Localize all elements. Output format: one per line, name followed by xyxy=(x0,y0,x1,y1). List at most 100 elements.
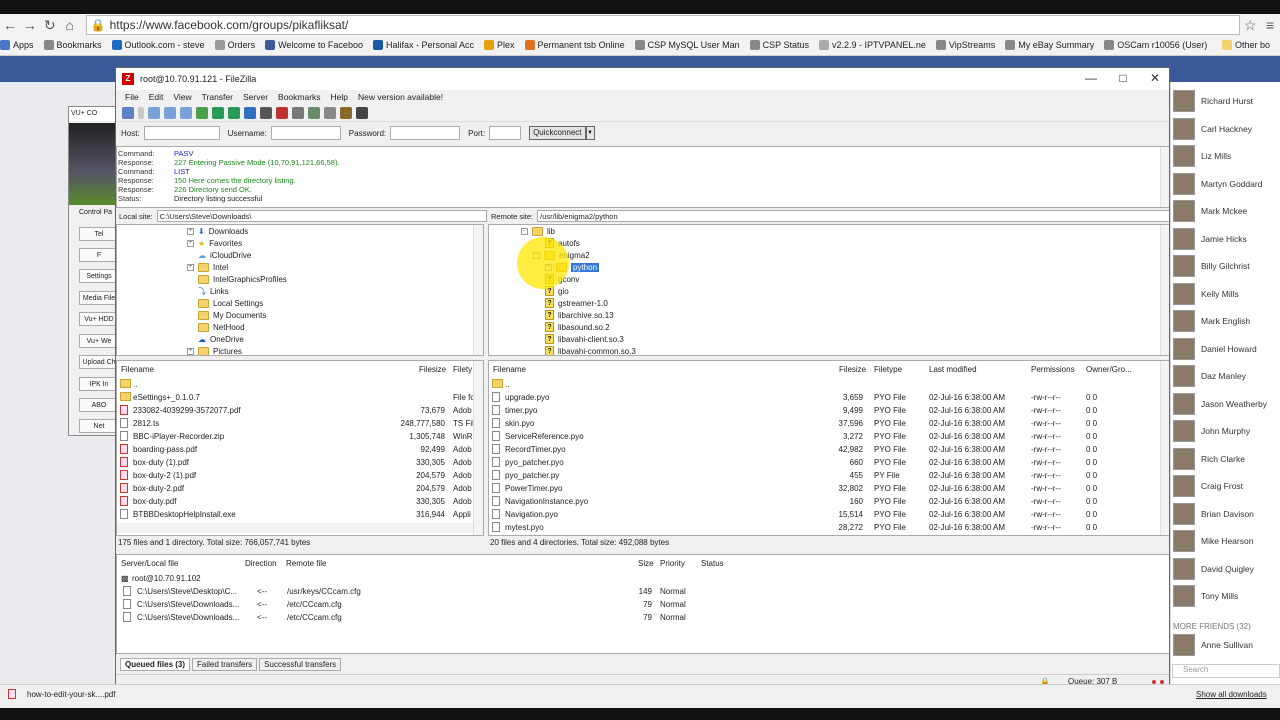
star-icon[interactable]: ☆ xyxy=(1240,16,1260,34)
friend-item[interactable]: Richard Hurst xyxy=(1173,90,1253,112)
filter-icon[interactable] xyxy=(308,106,320,119)
menu-help[interactable]: Help xyxy=(331,92,348,102)
friend-item[interactable]: Carl Hackney xyxy=(1173,118,1252,140)
col-filesize[interactable]: Filesize xyxy=(839,363,866,377)
local-file-row[interactable]: BBC-iPlayer-Recorder.zip 1,305,748 WinR xyxy=(117,430,473,443)
tab-queued-files[interactable]: Queued files (3) xyxy=(120,657,191,671)
friend-item[interactable]: Mark Mckee xyxy=(1173,200,1247,222)
col-filesize[interactable]: Filesize xyxy=(419,363,446,377)
friend-item[interactable]: Craig Frost xyxy=(1173,475,1243,497)
local-file-row[interactable]: box-duty (1).pdf 330,305 Adob xyxy=(117,456,473,469)
home-icon[interactable]: ⌂ xyxy=(60,16,80,34)
bookmark-item[interactable]: Apps xyxy=(0,40,34,50)
menu-file[interactable]: File xyxy=(125,92,139,102)
col-owner-group[interactable]: Owner/Gro... xyxy=(1086,363,1132,377)
remote-file-row[interactable]: upgrade.pyo 3,659 PYO File 02-Jul-16 6:38:0… xyxy=(489,391,1160,404)
friend-item[interactable]: Brian Davison xyxy=(1173,503,1254,525)
back-icon[interactable]: ← xyxy=(0,16,20,34)
friend-item[interactable]: Anne Sullivan xyxy=(1173,634,1253,656)
menu-transfer[interactable]: Transfer xyxy=(202,92,233,102)
tree-node[interactable]: My Documents xyxy=(198,309,266,321)
remote-list-scrollbar[interactable] xyxy=(1160,361,1169,535)
remote-file-row[interactable]: mytest.pyo 28,272 PYO File 02-Jul-16 6:38:0… xyxy=(489,521,1160,532)
bookmark-item[interactable]: v2.2.9 - IPTVPANEL.ne xyxy=(818,40,926,50)
friend-item[interactable]: Daniel Howard xyxy=(1173,338,1257,360)
col-priority[interactable]: Priority xyxy=(660,557,685,571)
tree-node[interactable]: ☁ iCloudDrive xyxy=(198,249,251,261)
queue-item-row[interactable]: C:\Users\Steve\Downloads... <-- /etc/CCcam… xyxy=(117,598,1169,611)
remote-file-row[interactable]: pyo_patcher.py 455 PY File 02-Jul-16 6:38:0… xyxy=(489,469,1160,482)
vu-button[interactable]: Media File xyxy=(79,291,119,305)
friend-item[interactable]: Mike Hearson xyxy=(1173,530,1253,552)
site-manager-icon[interactable] xyxy=(122,106,134,119)
other-bookmarks[interactable]: Other bo xyxy=(1221,40,1270,50)
bookmark-item[interactable]: Halifax - Personal Acc xyxy=(372,40,474,50)
tree-node[interactable]: IntelGraphicsProfiles xyxy=(198,273,287,285)
tree-node[interactable]: ? gstreamer-1.0 xyxy=(545,297,608,309)
quickconnect-button[interactable]: Quickconnect xyxy=(529,126,586,140)
vu-button[interactable]: ABO xyxy=(79,398,119,412)
queue-item-row[interactable]: C:\Users\Steve\Desktop\C... <-- /usr/keys/… xyxy=(117,585,1169,598)
tree-node[interactable]: + ★ Favorites xyxy=(187,237,242,249)
maximize-button[interactable]: □ xyxy=(1108,68,1138,88)
log-scrollbar[interactable] xyxy=(1160,147,1169,207)
remote-file-row[interactable]: Navigation.pyo 15,514 PYO File 02-Jul-16 6:… xyxy=(489,508,1160,521)
menu-new-version[interactable]: New version available! xyxy=(358,92,443,102)
dropdown-icon[interactable] xyxy=(138,106,144,119)
show-all-downloads-link[interactable]: Show all downloads xyxy=(1196,690,1267,699)
tree-node[interactable]: Local Settings xyxy=(198,297,263,309)
col-size[interactable]: Size xyxy=(638,557,654,571)
vu-button[interactable]: IPK In xyxy=(79,377,119,391)
remote-file-row[interactable]: ServiceReference.pyo 3,272 PYO File 02-Jul-… xyxy=(489,430,1160,443)
sync-browse-icon[interactable] xyxy=(340,106,352,119)
tree-node[interactable]: ? libavahi-common.so.3 xyxy=(545,345,636,355)
password-input[interactable] xyxy=(390,126,461,140)
vu-button[interactable]: Net xyxy=(79,419,119,433)
minimize-button[interactable]: — xyxy=(1076,68,1106,88)
friend-item[interactable]: Billy Gilchrist xyxy=(1173,255,1250,277)
bookmark-item[interactable]: VipStreams xyxy=(935,40,995,50)
local-file-row[interactable]: 2812.ts 248,777,580 TS Fil xyxy=(117,417,474,430)
search-icon[interactable] xyxy=(356,106,368,119)
download-item[interactable]: how-to-edit-your-sk....pdf xyxy=(8,689,115,699)
vu-button[interactable]: Settings xyxy=(79,269,119,283)
remote-file-row[interactable]: PowerTimer.pyo 32,802 PYO File 02-Jul-16 6:… xyxy=(489,482,1160,495)
friend-item[interactable]: Jason Weatherby xyxy=(1173,393,1267,415)
tree-node[interactable]: + ⬇ Downloads xyxy=(187,225,248,237)
forward-icon[interactable]: → xyxy=(20,16,40,34)
remote-file-row[interactable]: NavigationInstance.pyo 160 PYO File 02-Jul-… xyxy=(489,495,1160,508)
local-tree-scrollbar[interactable] xyxy=(473,225,483,355)
remote-file-row[interactable]: pyo_patcher.pyo 660 PYO File 02-Jul-16 6:38… xyxy=(489,456,1160,469)
menu-view[interactable]: View xyxy=(173,92,191,102)
col-direction[interactable]: Direction xyxy=(245,557,277,571)
local-file-row[interactable]: box-duty-2.pdf 204,579 Adob xyxy=(117,482,473,495)
col-permissions[interactable]: Permissions xyxy=(1031,363,1075,377)
compare-icon[interactable] xyxy=(324,106,336,119)
col-status[interactable]: Status xyxy=(701,557,724,571)
col-last-modified[interactable]: Last modified xyxy=(929,363,977,377)
process-queue-icon[interactable] xyxy=(228,106,240,119)
col-filetype[interactable]: Filetype xyxy=(874,363,902,377)
bookmark-item[interactable]: Permanent tsb Online xyxy=(524,40,625,50)
local-path-input[interactable]: C:\Users\Steve\Downloads\ xyxy=(156,210,487,222)
local-file-row[interactable]: box-duty.pdf 330,305 Adob xyxy=(117,495,473,508)
remote-file-row[interactable]: .. xyxy=(489,378,1160,391)
vu-button[interactable]: Vu+ We xyxy=(79,334,119,348)
toggle-local-tree-icon[interactable] xyxy=(164,106,176,119)
local-file-row[interactable]: boarding-pass.pdf 92,499 Adob xyxy=(117,443,473,456)
stop-icon[interactable] xyxy=(276,106,288,119)
col-filetype[interactable]: Filety xyxy=(453,363,472,377)
disconnect-icon[interactable] xyxy=(260,106,272,119)
queue-server-row[interactable]: ▩ root@10.70.91.102 xyxy=(117,572,1169,585)
host-input[interactable] xyxy=(143,126,220,140)
col-filename[interactable]: Filename xyxy=(121,363,154,377)
toggle-queue-icon[interactable] xyxy=(196,106,208,119)
bookmark-item[interactable]: Orders xyxy=(214,40,255,50)
friend-item[interactable]: David Quigley xyxy=(1173,558,1254,580)
bookmark-item[interactable]: Welcome to Faceboo xyxy=(265,40,363,50)
remote-tree-scrollbar[interactable] xyxy=(1160,225,1169,355)
vu-button[interactable]: Vu+ HDD xyxy=(79,312,119,326)
bookmark-item[interactable]: Plex xyxy=(484,40,515,50)
friend-item[interactable]: Liz Mills xyxy=(1173,145,1231,167)
bookmark-item[interactable]: OSCam r10056 (User) xyxy=(1104,40,1207,50)
